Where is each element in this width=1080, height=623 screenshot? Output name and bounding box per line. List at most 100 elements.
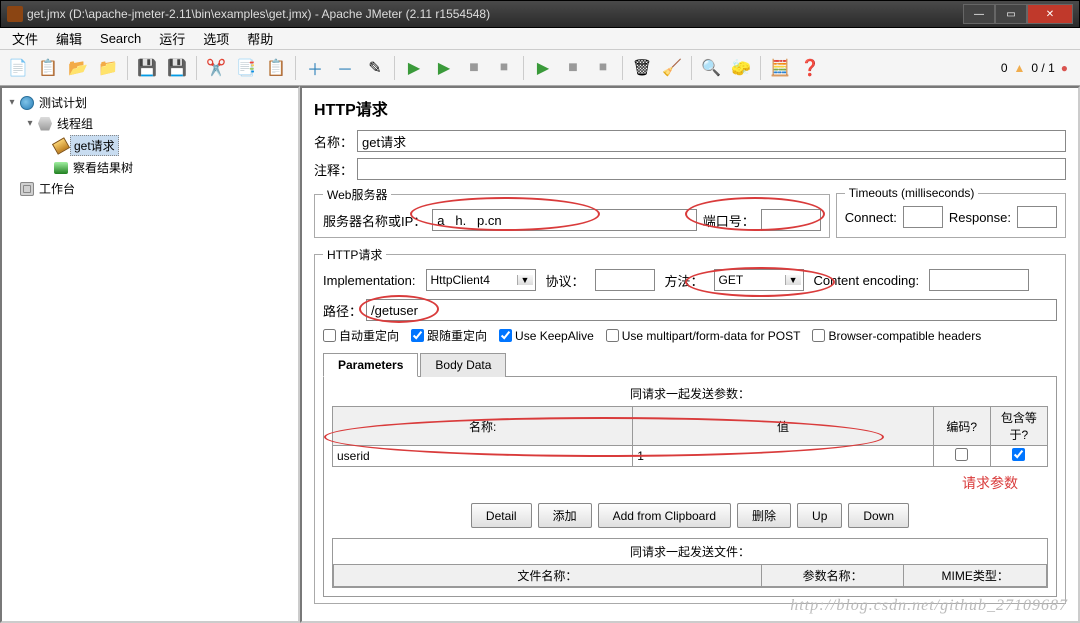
params-table[interactable]: 名称: 值 编码? 包含等于? userid 1	[332, 406, 1048, 467]
menu-options[interactable]: 选项	[195, 27, 237, 50]
maximize-button[interactable]: ▭	[995, 4, 1027, 24]
close-icon[interactable]: 📁	[94, 54, 122, 82]
tree-node-workbench[interactable]: ▾ 工作台	[4, 178, 296, 199]
tree-node-threadgroup[interactable]: ▾ 线程组	[4, 113, 296, 134]
response-label: Response:	[949, 210, 1011, 225]
copy-icon[interactable]: 📑	[232, 54, 260, 82]
templates-icon[interactable]: 📋	[34, 54, 62, 82]
page-title: HTTP请求	[314, 96, 1066, 120]
clipboard-button[interactable]: Add from Clipboard	[598, 503, 731, 528]
files-section-title: 同请求一起发送文件：	[333, 539, 1047, 560]
impl-label: Implementation:	[323, 273, 416, 288]
protocol-input[interactable]	[595, 269, 655, 291]
server-input[interactable]	[432, 209, 696, 231]
help-icon[interactable]: ❓	[796, 54, 824, 82]
tree-node-listener[interactable]: 察看结果树	[4, 157, 296, 178]
warn-count: 0	[1001, 61, 1008, 75]
reset-search-icon[interactable]: 🧽	[727, 54, 755, 82]
encoding-input[interactable]	[929, 269, 1029, 291]
window-title: get.jmx (D:\apache-jmeter-2.11\bin\examp…	[27, 7, 963, 21]
shutdown-icon[interactable]: ⏹	[490, 54, 518, 82]
server-label: 服务器名称或IP：	[323, 211, 426, 230]
tree-node-sampler[interactable]: get请求	[4, 134, 296, 157]
chk-followredirect[interactable]: 跟随重定向	[411, 327, 487, 344]
saveas-icon[interactable]: 💾	[163, 54, 191, 82]
cell-include[interactable]	[990, 446, 1047, 467]
tree-node-plan[interactable]: ▾ 测试计划	[4, 92, 296, 113]
plan-icon	[20, 96, 34, 110]
comment-label: 注释：	[314, 160, 353, 179]
tree-toggle-icon[interactable]: ▾	[6, 97, 18, 108]
toggle-icon[interactable]: ✎	[361, 54, 389, 82]
start-notimers-icon[interactable]: ▶	[430, 54, 458, 82]
protocol-label: 协议：	[546, 271, 585, 290]
tab-parameters[interactable]: Parameters	[323, 353, 418, 377]
path-input[interactable]	[366, 299, 1057, 321]
up-button[interactable]: Up	[797, 503, 842, 528]
open-icon[interactable]: 📂	[64, 54, 92, 82]
menu-file[interactable]: 文件	[4, 27, 46, 50]
stop-icon[interactable]: ■	[460, 54, 488, 82]
chk-multipart[interactable]: Use multipart/form-data for POST	[606, 329, 801, 343]
port-input[interactable]	[761, 209, 821, 231]
cell-encode[interactable]	[933, 446, 990, 467]
expand-icon[interactable]: ＋	[301, 54, 329, 82]
annotation-label: 请求参数	[332, 467, 1048, 493]
close-button[interactable]: ✕	[1027, 4, 1073, 24]
remote-shutdown-icon[interactable]: ⏹	[589, 54, 617, 82]
delete-button[interactable]: 删除	[737, 503, 791, 528]
comment-input[interactable]	[357, 158, 1066, 180]
cell-name[interactable]: userid	[333, 446, 633, 467]
save-icon[interactable]: 💾	[133, 54, 161, 82]
files-table[interactable]: 文件名称： 参数名称： MIME类型：	[333, 564, 1047, 587]
menu-run[interactable]: 运行	[151, 27, 193, 50]
clear-icon[interactable]: 🗑	[628, 54, 656, 82]
menu-edit[interactable]: 编辑	[48, 27, 90, 50]
connect-input[interactable]	[903, 206, 943, 228]
impl-select[interactable]: HttpClient4 ▼	[426, 269, 536, 291]
col-mime: MIME类型：	[904, 565, 1047, 587]
tree-toggle-icon[interactable]: ▾	[24, 118, 36, 129]
name-input[interactable]	[357, 130, 1066, 152]
tree-label: 工作台	[36, 179, 78, 198]
error-icon: ●	[1061, 61, 1068, 75]
add-button[interactable]: 添加	[538, 503, 592, 528]
detail-button[interactable]: Detail	[471, 503, 532, 528]
tree-label: 察看结果树	[70, 158, 136, 177]
remote-stop-icon[interactable]: ■	[559, 54, 587, 82]
chk-keepalive[interactable]: Use KeepAlive	[499, 329, 594, 343]
function-helper-icon[interactable]: 🧮	[766, 54, 794, 82]
collapse-icon[interactable]: －	[331, 54, 359, 82]
menubar: 文件 编辑 Search 运行 选项 帮助	[0, 28, 1080, 50]
paste-icon[interactable]: 📋	[262, 54, 290, 82]
workbench-icon	[20, 182, 34, 196]
cut-icon[interactable]: ✂️	[202, 54, 230, 82]
chk-autoredirect[interactable]: 自动重定向	[323, 327, 399, 344]
search-icon[interactable]: 🔍	[697, 54, 725, 82]
chevron-down-icon: ▼	[785, 275, 801, 285]
col-name: 名称:	[333, 407, 633, 446]
connect-label: Connect:	[845, 210, 897, 225]
chevron-down-icon: ▼	[517, 275, 533, 285]
response-input[interactable]	[1017, 206, 1057, 228]
cell-value[interactable]: 1	[633, 446, 933, 467]
method-label: 方法：	[665, 271, 704, 290]
menu-search[interactable]: Search	[92, 29, 149, 48]
start-icon[interactable]: ▶	[400, 54, 428, 82]
chk-browsercompat[interactable]: Browser-compatible headers	[812, 329, 981, 343]
tab-bodydata[interactable]: Body Data	[420, 353, 506, 377]
encoding-label: Content encoding:	[814, 273, 920, 288]
menu-help[interactable]: 帮助	[239, 27, 281, 50]
new-icon[interactable]: 📄	[4, 54, 32, 82]
thread-icon	[38, 117, 52, 131]
tree-label: 线程组	[54, 114, 96, 133]
clear-all-icon[interactable]: 🧹	[658, 54, 686, 82]
method-select[interactable]: GET ▼	[714, 269, 804, 291]
timeouts-legend: Timeouts (milliseconds)	[845, 186, 979, 200]
minimize-button[interactable]: —	[963, 4, 995, 24]
table-row[interactable]: userid 1	[333, 446, 1048, 467]
remote-start-icon[interactable]: ▶	[529, 54, 557, 82]
down-button[interactable]: Down	[848, 503, 909, 528]
path-label: 路径：	[323, 301, 362, 320]
test-plan-tree[interactable]: ▾ 测试计划 ▾ 线程组 get请求 察看结果树 ▾ 工作台	[0, 86, 300, 623]
